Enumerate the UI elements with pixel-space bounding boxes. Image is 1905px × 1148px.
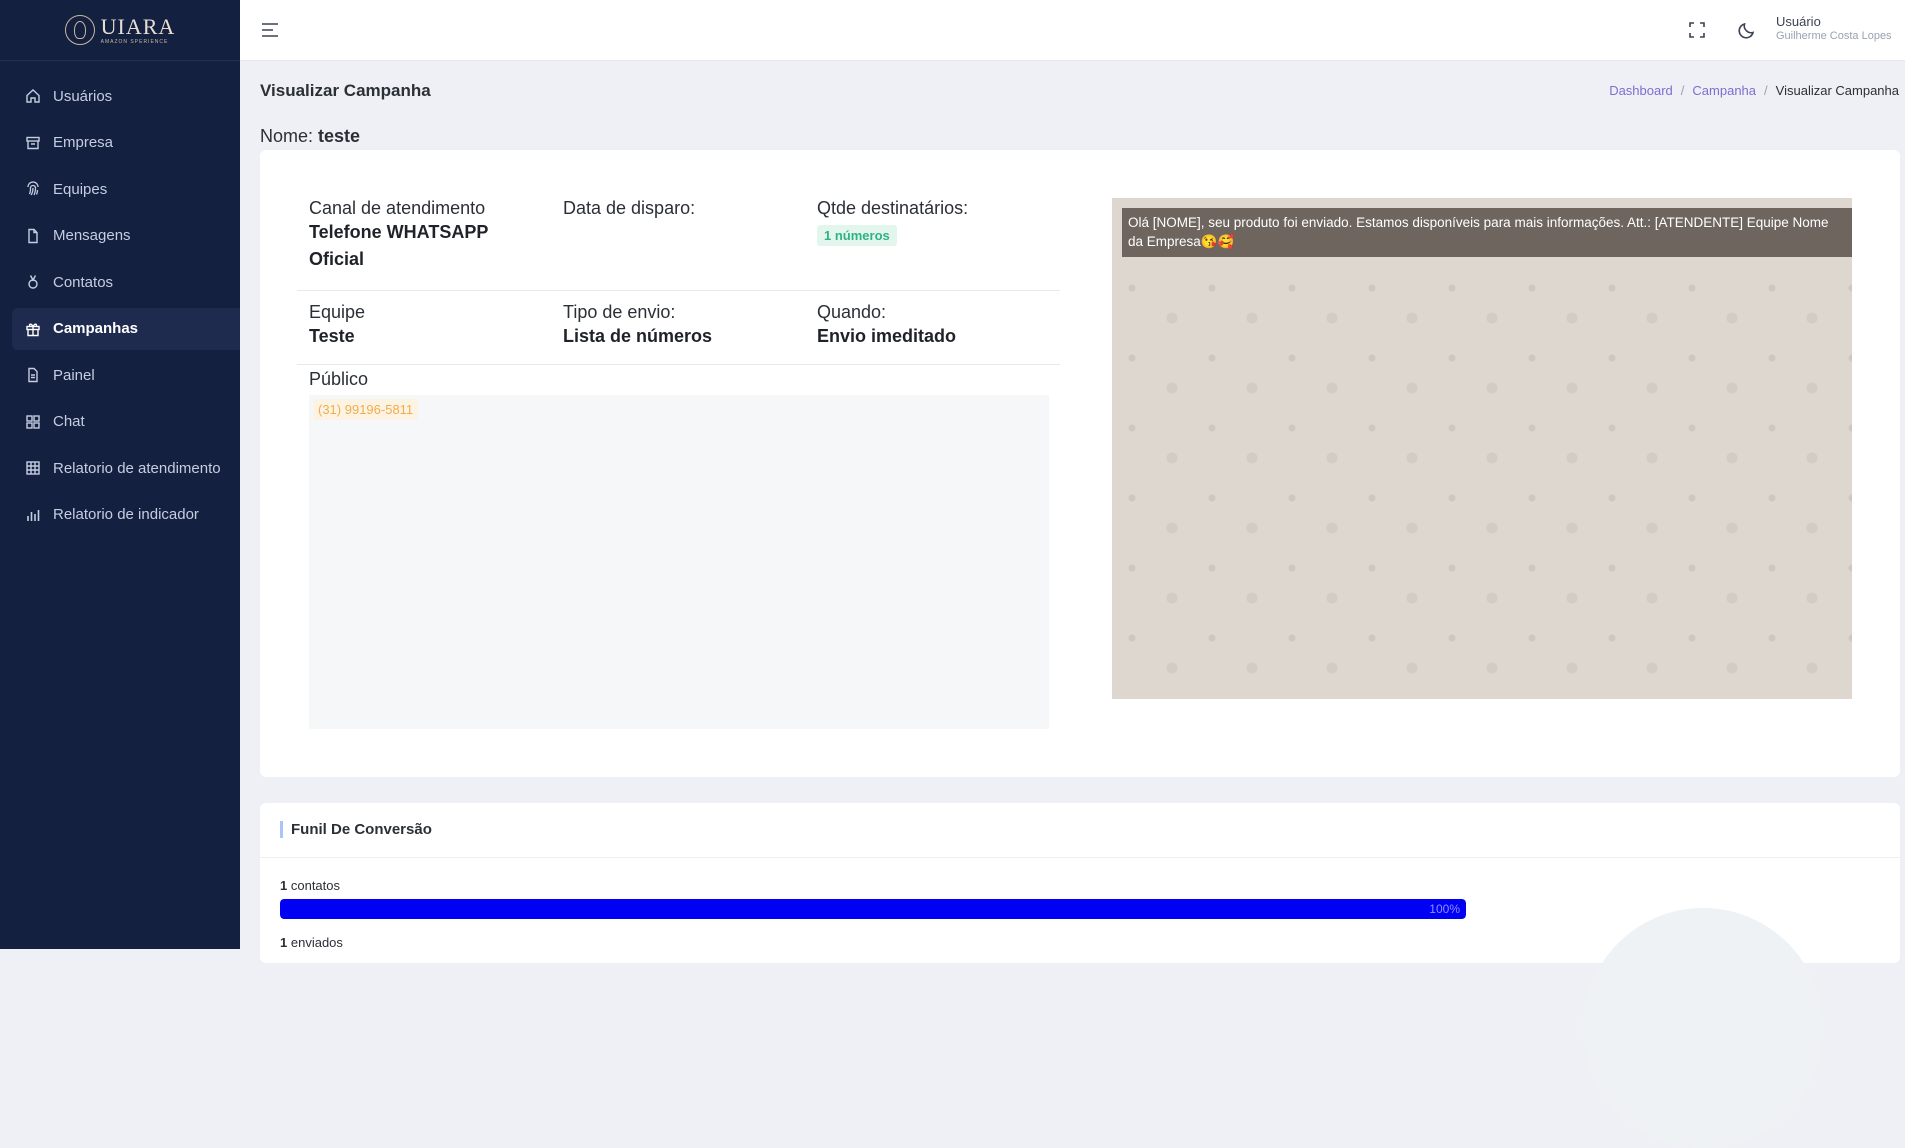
funnel-stat-enviados: 1 enviados <box>280 935 343 950</box>
sidebar-item-label: Chat <box>53 413 85 430</box>
breadcrumb: Dashboard / Campanha / Visualizar Campanha <box>1609 83 1899 98</box>
home-icon <box>26 89 40 103</box>
tipo-envio-value: Lista de números <box>563 326 713 346</box>
logo-subtitle: AMAZON SPERIENCE <box>100 38 169 45</box>
file-icon <box>28 228 38 243</box>
funnel-stat-count: 1 <box>280 878 288 893</box>
fullscreen-icon[interactable] <box>1687 20 1707 40</box>
info-row: Equipe Teste Tipo de envio: Lista de núm… <box>297 291 1060 365</box>
logo-emblem-icon <box>64 15 95 45</box>
message-preview: Olá [NOME], seu produto foi enviado. Est… <box>1112 198 1852 699</box>
sidebar-item-label: Usuários <box>53 87 113 105</box>
user-menu[interactable]: Usuário Guilherme Costa Lopes <box>1776 14 1892 43</box>
qtde-label: Qtde destinatários: <box>817 198 969 218</box>
sidebar-item-label: Contatos <box>53 273 114 291</box>
qtde-cell: Qtde destinatários: 1 números <box>805 198 1059 290</box>
sidebar-item-equipes[interactable]: Equipes <box>12 168 240 210</box>
sidebar-item-label: Relatorio de indicador <box>53 506 199 523</box>
equipe-label: Equipe <box>309 302 366 322</box>
sidebar-item-usuarios[interactable]: Usuários <box>12 75 240 117</box>
sidebar-item-painel[interactable]: Painel <box>12 354 240 396</box>
funnel-stat-contatos: 1 contatos <box>280 878 340 893</box>
quando-cell: Quando: Envio imeditado <box>805 302 1059 364</box>
info-row: Canal de atendimento Telefone WHATSAPP O… <box>297 198 1060 291</box>
sidebar-item-empresa[interactable]: Empresa <box>12 122 240 164</box>
funnel-progress-percent: 100% <box>1429 902 1460 916</box>
table-icon <box>26 461 40 475</box>
campaign-name: Nome: teste <box>260 126 360 147</box>
sidebar-item-campanhas[interactable]: Campanhas <box>12 307 240 350</box>
campaign-details-card: Canal de atendimento Telefone WHATSAPP O… <box>260 150 1900 777</box>
campaign-name-label: Nome: <box>260 126 314 146</box>
sidebar-item-relatorio-indicador[interactable]: Relatorio de indicador <box>12 494 240 536</box>
funnel-stat-label: enviados <box>290 935 343 950</box>
data-disparo-cell: Data de disparo: <box>551 198 805 290</box>
quando-label: Quando: <box>817 302 887 322</box>
sidebar-item-chat[interactable]: Chat <box>12 401 240 443</box>
bar-chart-icon <box>27 509 40 521</box>
document-icon <box>28 367 38 383</box>
campaign-info: Canal de atendimento Telefone WHATSAPP O… <box>297 198 1060 390</box>
canal-cell: Canal de atendimento Telefone WHATSAPP O… <box>297 198 551 290</box>
sidebar-item-mensagens[interactable]: Mensagens <box>12 215 240 257</box>
sidebar-item-label: Campanhas <box>53 320 139 337</box>
breadcrumb-current: Visualizar Campanha <box>1775 83 1899 98</box>
sidebar-item-label: Equipes <box>53 180 108 198</box>
campaign-name-value: teste <box>318 126 361 146</box>
archive-icon <box>26 136 40 149</box>
fingerprint-icon <box>27 181 39 196</box>
funnel-title: Funil De Conversão <box>280 821 432 838</box>
gift-icon <box>26 323 40 336</box>
topbar: Usuário Guilherme Costa Lopes <box>240 0 1905 61</box>
tipo-envio-label: Tipo de envio: <box>563 302 676 322</box>
decorative-circle <box>1583 908 1823 1148</box>
hamburger-icon[interactable] <box>260 20 280 40</box>
medal-icon <box>28 275 38 289</box>
quando-value: Envio imeditado <box>817 326 957 346</box>
tipo-envio-cell: Tipo de envio: Lista de números <box>551 302 805 364</box>
qtde-badge: 1 números <box>817 225 897 246</box>
message-bubble: Olá [NOME], seu produto foi enviado. Est… <box>1122 208 1852 257</box>
equipe-value: Teste <box>309 326 355 346</box>
user-title: Usuário <box>1776 14 1821 29</box>
sidebar-item-label: Painel <box>53 366 95 384</box>
grid-icon <box>26 414 40 429</box>
sidebar-item-relatorio-atendimento[interactable]: Relatorio de atendimento <box>12 447 240 489</box>
publico-number-badge: (31) 99196-5811 <box>313 399 419 420</box>
canal-label: Canal de atendimento <box>309 198 486 218</box>
equipe-cell: Equipe Teste <box>297 302 551 364</box>
canal-value: Telefone WHATSAPP Oficial <box>309 222 489 269</box>
moon-icon[interactable] <box>1737 20 1757 40</box>
breadcrumb-dashboard[interactable]: Dashboard <box>1609 83 1673 98</box>
sidebar-item-contatos[interactable]: Contatos <box>12 261 240 303</box>
sidebar-item-label: Mensagens <box>53 227 131 244</box>
data-disparo-label: Data de disparo: <box>563 198 696 218</box>
funnel-stat-label: contatos <box>290 878 341 893</box>
funnel-progress-fill: 100% <box>280 899 1466 919</box>
logo-text: UIARA <box>100 13 176 39</box>
publico-label: Público <box>309 369 369 389</box>
sidebar-item-label: Relatorio de atendimento <box>53 459 221 477</box>
funnel-stat-count: 1 <box>280 935 288 950</box>
brand-logo[interactable]: UIARA AMAZON SPERIENCE <box>0 0 240 61</box>
funnel-progress-bar: 100% <box>280 899 1466 919</box>
breadcrumb-campanha[interactable]: Campanha <box>1692 83 1756 98</box>
page-title: Visualizar Campanha <box>260 81 431 100</box>
sidebar-nav: Usuários Empresa Equipes Mensagens Conta… <box>0 61 240 536</box>
user-name: Guilherme Costa Lopes <box>1776 29 1892 42</box>
sidebar-item-label: Empresa <box>53 134 114 151</box>
sidebar: UIARA AMAZON SPERIENCE Usuários Empresa … <box>0 0 240 949</box>
publico-list: (31) 99196-5811 <box>309 395 1049 729</box>
